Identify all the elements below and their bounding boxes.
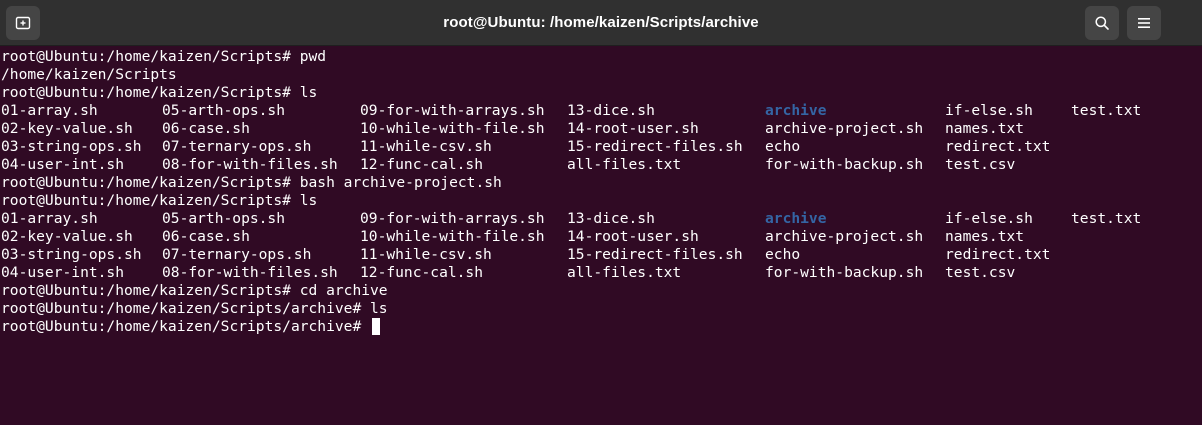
prompt-ls: root@Ubuntu:/home/kaizen/Scripts/archive…: [1, 300, 388, 317]
file-entry: redirect.txt: [945, 246, 1051, 263]
file-entry: 03-string-ops.sh: [1, 246, 142, 263]
output-pwd: /home/kaizen/Scripts: [1, 66, 177, 83]
file-entry: 09-for-with-arrays.sh: [360, 102, 545, 119]
file-entry: 01-array.sh: [1, 210, 98, 227]
hamburger-menu-icon: [1137, 16, 1151, 30]
file-entry: 06-case.sh: [162, 228, 250, 245]
terminal-line: root@Ubuntu:/home/kaizen/Scripts# cd arc…: [0, 282, 1202, 300]
file-entry: test.csv: [945, 156, 1016, 173]
terminal-line: root@Ubuntu:/home/kaizen/Scripts# bash a…: [0, 174, 1202, 192]
prompt-ls: root@Ubuntu:/home/kaizen/Scripts# ls: [1, 84, 318, 101]
file-entry: 07-ternary-ops.sh: [162, 246, 312, 263]
file-entry: 15-redirect-files.sh: [567, 138, 743, 155]
ls-row: 02-key-value.sh 06-case.sh 10-while-with…: [0, 228, 1202, 246]
file-entry: test.txt: [1071, 102, 1142, 119]
file-entry: test.txt: [1071, 210, 1142, 227]
file-entry: 14-root-user.sh: [567, 228, 699, 245]
active-prompt[interactable]: root@Ubuntu:/home/kaizen/Scripts/archive…: [1, 318, 381, 336]
file-entry: test.csv: [945, 264, 1016, 281]
file-entry: 05-arth-ops.sh: [162, 102, 286, 119]
file-entry: archive-project.sh: [765, 228, 924, 245]
file-entry: 13-dice.sh: [567, 102, 655, 119]
ls-row: 03-string-ops.sh 07-ternary-ops.sh 11-wh…: [0, 138, 1202, 156]
file-entry: 02-key-value.sh: [1, 120, 133, 137]
file-entry: 08-for-with-files.sh: [162, 156, 338, 173]
menu-button[interactable]: [1127, 6, 1161, 40]
file-entry: names.txt: [945, 120, 1025, 137]
window-title: root@Ubuntu: /home/kaizen/Scripts/archiv…: [443, 14, 759, 31]
file-entry: 09-for-with-arrays.sh: [360, 210, 545, 227]
file-entry: if-else.sh: [945, 210, 1033, 227]
file-entry: 01-array.sh: [1, 102, 98, 119]
file-entry: all-files.txt: [567, 264, 682, 281]
prompt-bash: root@Ubuntu:/home/kaizen/Scripts# bash a…: [1, 174, 502, 191]
file-entry: 10-while-with-file.sh: [360, 228, 545, 245]
file-entry: 11-while-csv.sh: [360, 246, 492, 263]
file-entry: 03-string-ops.sh: [1, 138, 142, 155]
ls-row: 02-key-value.sh 06-case.sh 10-while-with…: [0, 120, 1202, 138]
file-entry: 05-arth-ops.sh: [162, 210, 286, 227]
file-entry: 08-for-with-files.sh: [162, 264, 338, 281]
search-button[interactable]: [1085, 6, 1119, 40]
prompt-cd: root@Ubuntu:/home/kaizen/Scripts# cd arc…: [1, 282, 388, 299]
file-entry: for-with-backup.sh: [765, 264, 924, 281]
ls-row: 04-user-int.sh 08-for-with-files.sh 12-f…: [0, 156, 1202, 174]
file-entry: all-files.txt: [567, 156, 682, 173]
terminal-line: root@Ubuntu:/home/kaizen/Scripts# ls: [0, 84, 1202, 102]
file-entry: if-else.sh: [945, 102, 1033, 119]
prompt-pwd: root@Ubuntu:/home/kaizen/Scripts# pwd: [1, 48, 327, 65]
ls-row: 03-string-ops.sh 07-ternary-ops.sh 11-wh…: [0, 246, 1202, 264]
ls-row: 04-user-int.sh 08-for-with-files.sh 12-f…: [0, 264, 1202, 282]
file-entry: names.txt: [945, 228, 1025, 245]
file-entry: 02-key-value.sh: [1, 228, 133, 245]
title-bar: root@Ubuntu: /home/kaizen/Scripts/archiv…: [0, 0, 1202, 46]
terminal-line: root@Ubuntu:/home/kaizen/Scripts# pwd: [0, 48, 1202, 66]
file-entry: archive-project.sh: [765, 120, 924, 137]
file-entry: echo: [765, 246, 801, 263]
file-entry: 06-case.sh: [162, 120, 250, 137]
directory-entry: archive: [765, 102, 827, 119]
terminal-line: root@Ubuntu:/home/kaizen/Scripts/archive…: [0, 318, 1202, 336]
file-entry: 12-func-cal.sh: [360, 156, 484, 173]
terminal-line: /home/kaizen/Scripts: [0, 66, 1202, 84]
terminal-line: root@Ubuntu:/home/kaizen/Scripts# ls: [0, 192, 1202, 210]
file-entry: echo: [765, 138, 801, 155]
terminal-output[interactable]: root@Ubuntu:/home/kaizen/Scripts# pwd /h…: [0, 48, 1202, 425]
prompt-ls: root@Ubuntu:/home/kaizen/Scripts# ls: [1, 192, 318, 209]
ls-row: 01-array.sh 05-arth-ops.sh 09-for-with-a…: [0, 102, 1202, 120]
file-entry: 12-func-cal.sh: [360, 264, 484, 281]
terminal-line: root@Ubuntu:/home/kaizen/Scripts/archive…: [0, 300, 1202, 318]
search-icon: [1094, 15, 1110, 31]
ls-row: 01-array.sh 05-arth-ops.sh 09-for-with-a…: [0, 210, 1202, 228]
file-entry: 10-while-with-file.sh: [360, 120, 545, 137]
file-entry: 04-user-int.sh: [1, 156, 125, 173]
file-entry: 15-redirect-files.sh: [567, 246, 743, 263]
file-entry: 11-while-csv.sh: [360, 138, 492, 155]
terminal-window: root@Ubuntu: /home/kaizen/Scripts/archiv…: [0, 0, 1202, 425]
file-entry: 07-ternary-ops.sh: [162, 138, 312, 155]
file-entry: for-with-backup.sh: [765, 156, 924, 173]
file-entry: 14-root-user.sh: [567, 120, 699, 137]
directory-entry: archive: [765, 210, 827, 227]
file-entry: 13-dice.sh: [567, 210, 655, 227]
prompt-text: root@Ubuntu:/home/kaizen/Scripts/archive…: [1, 318, 371, 335]
file-entry: 04-user-int.sh: [1, 264, 125, 281]
text-cursor: [372, 318, 381, 335]
file-entry: redirect.txt: [945, 138, 1051, 155]
